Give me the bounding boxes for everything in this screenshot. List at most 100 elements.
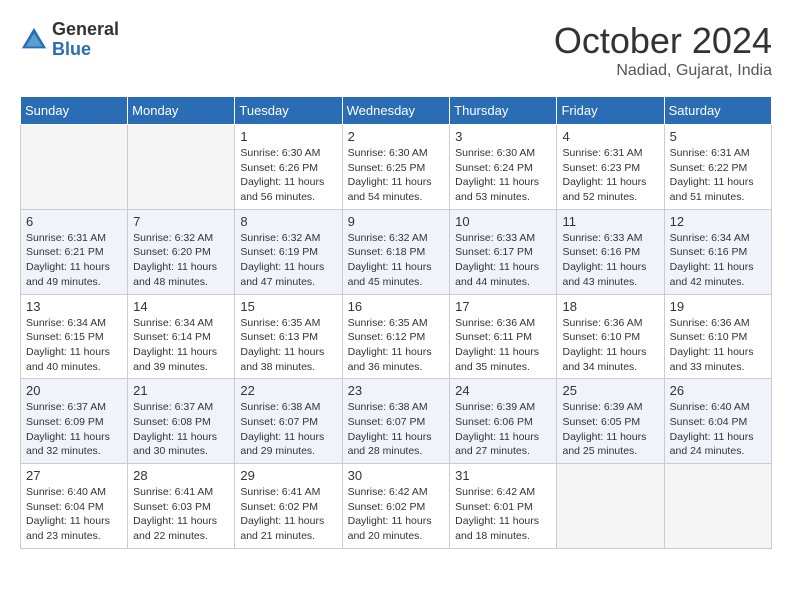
title-block: October 2024 Nadiad, Gujarat, India bbox=[554, 20, 772, 80]
day-number: 28 bbox=[133, 468, 229, 483]
cell-info: Sunrise: 6:30 AMSunset: 6:24 PMDaylight:… bbox=[455, 146, 551, 205]
cell-info: Sunrise: 6:36 AMSunset: 6:10 PMDaylight:… bbox=[562, 316, 658, 375]
day-number: 13 bbox=[26, 299, 122, 314]
calendar-cell bbox=[21, 125, 128, 210]
cell-info: Sunrise: 6:41 AMSunset: 6:03 PMDaylight:… bbox=[133, 485, 229, 544]
logo-icon bbox=[20, 26, 48, 54]
logo-general-text: General bbox=[52, 20, 119, 40]
weekday-header: Friday bbox=[557, 97, 664, 125]
cell-info: Sunrise: 6:42 AMSunset: 6:02 PMDaylight:… bbox=[348, 485, 445, 544]
day-number: 11 bbox=[562, 214, 658, 229]
calendar-cell: 29Sunrise: 6:41 AMSunset: 6:02 PMDayligh… bbox=[235, 464, 342, 549]
calendar-cell: 9 Sunrise: 6:32 AMSunset: 6:18 PMDaylight… bbox=[342, 209, 450, 294]
day-number: 30 bbox=[348, 468, 445, 483]
calendar-cell: 8 Sunrise: 6:32 AMSunset: 6:19 PMDaylight… bbox=[235, 209, 342, 294]
day-number: 1 bbox=[240, 129, 336, 144]
cell-info: Sunrise: 6:30 AMSunset: 6:25 PMDaylight:… bbox=[348, 146, 445, 205]
cell-info: Sunrise: 6:31 AMSunset: 6:21 PMDaylight:… bbox=[26, 231, 122, 290]
calendar-table: SundayMondayTuesdayWednesdayThursdayFrid… bbox=[20, 96, 772, 549]
calendar-cell: 1 Sunrise: 6:30 AMSunset: 6:26 PMDaylight… bbox=[235, 125, 342, 210]
day-number: 29 bbox=[240, 468, 336, 483]
calendar-week-row: 13 Sunrise: 6:34 AMSunset: 6:15 PMDayligh… bbox=[21, 294, 772, 379]
cell-info: Sunrise: 6:42 AMSunset: 6:01 PMDaylight:… bbox=[455, 485, 551, 544]
day-number: 15 bbox=[240, 299, 336, 314]
weekday-header: Monday bbox=[128, 97, 235, 125]
calendar-cell: 14 Sunrise: 6:34 AMSunset: 6:14 PMDayligh… bbox=[128, 294, 235, 379]
cell-info: Sunrise: 6:40 AMSunset: 6:04 PMDaylight:… bbox=[26, 485, 122, 544]
calendar-week-row: 6 Sunrise: 6:31 AMSunset: 6:21 PMDaylight… bbox=[21, 209, 772, 294]
day-number: 22 bbox=[240, 383, 336, 398]
weekday-header: Wednesday bbox=[342, 97, 450, 125]
calendar-cell bbox=[557, 464, 664, 549]
cell-info: Sunrise: 6:33 AMSunset: 6:16 PMDaylight:… bbox=[562, 231, 658, 290]
day-number: 12 bbox=[670, 214, 766, 229]
calendar-cell: 23Sunrise: 6:38 AMSunset: 6:07 PMDayligh… bbox=[342, 379, 450, 464]
weekday-header: Saturday bbox=[664, 97, 771, 125]
logo-text: General Blue bbox=[52, 20, 119, 60]
cell-info: Sunrise: 6:37 AMSunset: 6:09 PMDaylight:… bbox=[26, 400, 122, 459]
cell-info: Sunrise: 6:32 AMSunset: 6:20 PMDaylight:… bbox=[133, 231, 229, 290]
day-number: 5 bbox=[670, 129, 766, 144]
calendar-cell: 3 Sunrise: 6:30 AMSunset: 6:24 PMDaylight… bbox=[450, 125, 557, 210]
day-number: 26 bbox=[670, 383, 766, 398]
day-number: 14 bbox=[133, 299, 229, 314]
calendar-week-row: 20 Sunrise: 6:37 AMSunset: 6:09 PMDayligh… bbox=[21, 379, 772, 464]
calendar-cell: 31Sunrise: 6:42 AMSunset: 6:01 PMDayligh… bbox=[450, 464, 557, 549]
cell-info: Sunrise: 6:34 AMSunset: 6:15 PMDaylight:… bbox=[26, 316, 122, 375]
weekday-header: Tuesday bbox=[235, 97, 342, 125]
cell-info: Sunrise: 6:38 AMSunset: 6:07 PMDaylight:… bbox=[240, 400, 336, 459]
cell-info: Sunrise: 6:38 AMSunset: 6:07 PMDaylight:… bbox=[348, 400, 445, 459]
calendar-cell: 15 Sunrise: 6:35 AMSunset: 6:13 PMDayligh… bbox=[235, 294, 342, 379]
calendar-cell: 22 Sunrise: 6:38 AMSunset: 6:07 PMDayligh… bbox=[235, 379, 342, 464]
weekday-header: Sunday bbox=[21, 97, 128, 125]
calendar-week-row: 27 Sunrise: 6:40 AMSunset: 6:04 PMDayligh… bbox=[21, 464, 772, 549]
cell-info: Sunrise: 6:39 AMSunset: 6:05 PMDaylight:… bbox=[562, 400, 658, 459]
calendar-cell bbox=[664, 464, 771, 549]
day-number: 16 bbox=[348, 299, 445, 314]
location: Nadiad, Gujarat, India bbox=[554, 62, 772, 80]
cell-info: Sunrise: 6:36 AMSunset: 6:10 PMDaylight:… bbox=[670, 316, 766, 375]
cell-info: Sunrise: 6:32 AMSunset: 6:19 PMDaylight:… bbox=[240, 231, 336, 290]
cell-info: Sunrise: 6:39 AMSunset: 6:06 PMDaylight:… bbox=[455, 400, 551, 459]
cell-info: Sunrise: 6:36 AMSunset: 6:11 PMDaylight:… bbox=[455, 316, 551, 375]
calendar-cell: 20 Sunrise: 6:37 AMSunset: 6:09 PMDayligh… bbox=[21, 379, 128, 464]
calendar-cell: 16 Sunrise: 6:35 AMSunset: 6:12 PMDayligh… bbox=[342, 294, 450, 379]
cell-info: Sunrise: 6:31 AMSunset: 6:22 PMDaylight:… bbox=[670, 146, 766, 205]
calendar-week-row: 1 Sunrise: 6:30 AMSunset: 6:26 PMDaylight… bbox=[21, 125, 772, 210]
day-number: 20 bbox=[26, 383, 122, 398]
calendar-cell: 7 Sunrise: 6:32 AMSunset: 6:20 PMDaylight… bbox=[128, 209, 235, 294]
day-number: 7 bbox=[133, 214, 229, 229]
cell-info: Sunrise: 6:37 AMSunset: 6:08 PMDaylight:… bbox=[133, 400, 229, 459]
day-number: 4 bbox=[562, 129, 658, 144]
day-number: 3 bbox=[455, 129, 551, 144]
day-number: 6 bbox=[26, 214, 122, 229]
cell-info: Sunrise: 6:34 AMSunset: 6:14 PMDaylight:… bbox=[133, 316, 229, 375]
day-number: 10 bbox=[455, 214, 551, 229]
cell-info: Sunrise: 6:33 AMSunset: 6:17 PMDaylight:… bbox=[455, 231, 551, 290]
cell-info: Sunrise: 6:32 AMSunset: 6:18 PMDaylight:… bbox=[348, 231, 445, 290]
calendar-cell: 19Sunrise: 6:36 AMSunset: 6:10 PMDayligh… bbox=[664, 294, 771, 379]
calendar-cell: 5 Sunrise: 6:31 AMSunset: 6:22 PMDaylight… bbox=[664, 125, 771, 210]
calendar-cell: 2Sunrise: 6:30 AMSunset: 6:25 PMDaylight… bbox=[342, 125, 450, 210]
day-number: 8 bbox=[240, 214, 336, 229]
day-number: 17 bbox=[455, 299, 551, 314]
calendar-cell: 27 Sunrise: 6:40 AMSunset: 6:04 PMDayligh… bbox=[21, 464, 128, 549]
cell-info: Sunrise: 6:31 AMSunset: 6:23 PMDaylight:… bbox=[562, 146, 658, 205]
cell-info: Sunrise: 6:30 AMSunset: 6:26 PMDaylight:… bbox=[240, 146, 336, 205]
calendar-cell: 30 Sunrise: 6:42 AMSunset: 6:02 PMDayligh… bbox=[342, 464, 450, 549]
cell-info: Sunrise: 6:35 AMSunset: 6:13 PMDaylight:… bbox=[240, 316, 336, 375]
day-number: 24 bbox=[455, 383, 551, 398]
day-number: 18 bbox=[562, 299, 658, 314]
calendar-cell: 26Sunrise: 6:40 AMSunset: 6:04 PMDayligh… bbox=[664, 379, 771, 464]
calendar-cell: 17 Sunrise: 6:36 AMSunset: 6:11 PMDayligh… bbox=[450, 294, 557, 379]
month-title: October 2024 bbox=[554, 20, 772, 62]
weekday-header-row: SundayMondayTuesdayWednesdayThursdayFrid… bbox=[21, 97, 772, 125]
cell-info: Sunrise: 6:35 AMSunset: 6:12 PMDaylight:… bbox=[348, 316, 445, 375]
calendar-cell: 12 Sunrise: 6:34 AMSunset: 6:16 PMDayligh… bbox=[664, 209, 771, 294]
day-number: 9 bbox=[348, 214, 445, 229]
calendar-cell: 10 Sunrise: 6:33 AMSunset: 6:17 PMDayligh… bbox=[450, 209, 557, 294]
cell-info: Sunrise: 6:34 AMSunset: 6:16 PMDaylight:… bbox=[670, 231, 766, 290]
calendar-cell: 21Sunrise: 6:37 AMSunset: 6:08 PMDayligh… bbox=[128, 379, 235, 464]
day-number: 27 bbox=[26, 468, 122, 483]
calendar-cell: 24 Sunrise: 6:39 AMSunset: 6:06 PMDayligh… bbox=[450, 379, 557, 464]
